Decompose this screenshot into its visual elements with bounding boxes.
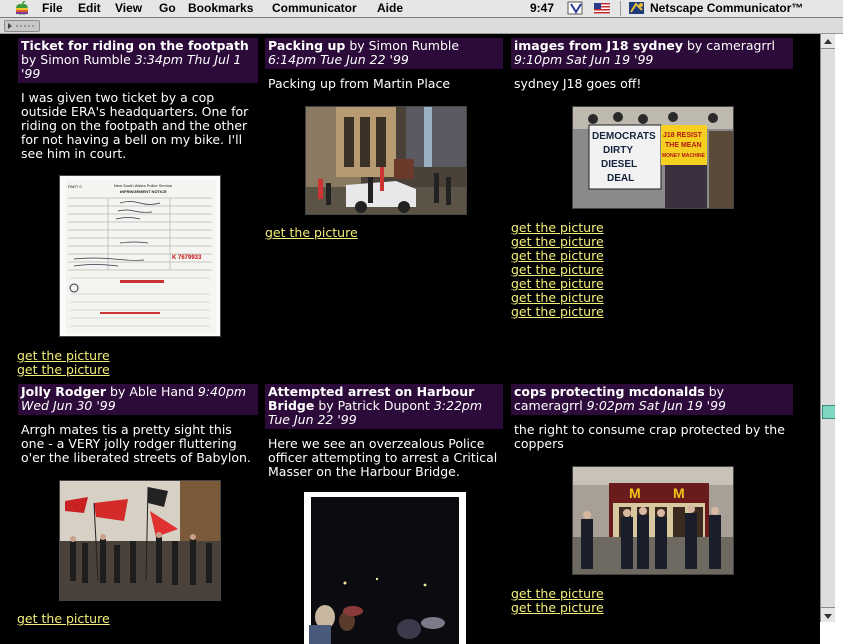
harbour-bridge-photo	[304, 492, 466, 644]
story-body: sydney J18 goes off!	[514, 76, 642, 91]
story-body: Arrgh mates tis a pretty sight this one …	[21, 422, 251, 465]
menu-clock[interactable]: 9:47	[530, 1, 554, 16]
story-header: images from J18 sydney by cameragrrl 9:1…	[511, 38, 793, 69]
menu-edit[interactable]: Edit	[78, 1, 101, 16]
app-switcher-label[interactable]: Netscape Communicator™	[650, 1, 803, 16]
get-picture-link[interactable]: get the picture	[511, 249, 604, 263]
story-author: by Simon Rumble	[21, 52, 131, 67]
desktop-edge	[835, 34, 843, 644]
ticket-notice-label: INFRINGEMENT NOTICE	[120, 189, 167, 194]
story-harbour-bridge: Attempted arrest on Harbour Bridge by Pa…	[265, 384, 503, 479]
ticket-number: K 7679933	[172, 255, 202, 261]
story-body: the right to consume crap protected by t…	[514, 422, 785, 451]
story-header: Packing up by Simon Rumble 6:14pm Tue Ju…	[265, 38, 503, 69]
scroll-down-arrow-icon[interactable]	[821, 607, 835, 622]
story-j18-sydney: images from J18 sydney by cameragrrl 9:1…	[511, 38, 793, 91]
story-title: Packing up	[268, 38, 346, 53]
story-title: cops protecting mcdonalds	[514, 384, 705, 399]
window-collapse-bar	[0, 18, 843, 34]
toolbar-collapse-tab[interactable]	[4, 20, 40, 32]
menu-bookmarks[interactable]: Bookmarks	[188, 1, 253, 16]
ticket-agency-label: New South Wales Police Service	[114, 183, 173, 188]
netscape-icon[interactable]	[628, 0, 646, 16]
svg-text:M: M	[629, 485, 641, 501]
story-links: get the picture	[265, 226, 358, 240]
get-picture-link[interactable]: get the picture	[511, 263, 604, 277]
scroll-thumb[interactable]	[822, 405, 836, 419]
get-picture-link[interactable]: get the picture	[511, 291, 604, 305]
jolly-rodger-photo	[59, 480, 221, 601]
story-header: cops protecting mcdonalds by cameragrrl …	[511, 384, 793, 415]
vertical-scrollbar[interactable]	[820, 34, 836, 622]
get-picture-link[interactable]: get the picture	[17, 349, 110, 363]
story-links: get the picture get the picture	[17, 349, 110, 377]
get-picture-link[interactable]: get the picture	[511, 305, 604, 319]
menu-aide[interactable]: Aide	[377, 1, 403, 16]
story-ticket: Ticket for riding on the footpath by Sim…	[18, 38, 258, 161]
story-author: by Able Hand	[110, 384, 194, 399]
get-picture-link[interactable]: get the picture	[17, 612, 110, 626]
story-date: 9:02pm Sat Jun 19 '99	[586, 398, 727, 413]
get-picture-link[interactable]: get the picture	[511, 587, 604, 601]
mcdonalds-police-photo: MM	[572, 466, 734, 575]
story-body: I was given two ticket by a cop outside …	[21, 90, 249, 161]
menu-go[interactable]: Go	[159, 1, 176, 16]
menu-bar: File Edit View Go Bookmarks Communicator…	[0, 0, 843, 18]
menu-communicator[interactable]: Communicator	[272, 1, 357, 16]
story-header: Jolly Rodger by Able Hand 9:40pm Wed Jun…	[18, 384, 258, 415]
window-corner	[820, 622, 835, 644]
story-body: Here we see an overzealous Police office…	[268, 436, 498, 479]
story-body: Packing up from Martin Place	[268, 76, 451, 91]
menu-separator	[620, 1, 621, 16]
get-picture-link[interactable]: get the picture	[511, 601, 604, 615]
scroll-up-arrow-icon[interactable]	[821, 34, 835, 49]
sign-text: DEAL	[607, 173, 634, 184]
story-header: Ticket for riding on the footpath by Sim…	[18, 38, 258, 83]
sign-text: MONEY MACHINE	[662, 153, 706, 159]
story-packing-up: Packing up by Simon Rumble 6:14pm Tue Ju…	[265, 38, 503, 91]
story-links: get the picture	[17, 612, 110, 626]
ticket-part-label: PART C	[68, 184, 82, 189]
sign-text: DEMOCRATS	[592, 131, 656, 142]
get-picture-link[interactable]: get the picture	[17, 363, 110, 377]
story-date: 6:14pm Tue Jun 22 '99	[268, 52, 409, 67]
menu-view[interactable]: View	[115, 1, 142, 16]
sign-text: THE MEAN	[665, 142, 702, 149]
story-links: get the picture get the picture	[511, 587, 604, 615]
story-date: 9:10pm Sat Jun 19 '99	[514, 52, 654, 67]
story-links: get the picture get the picture get the …	[511, 221, 604, 319]
page-content: Ticket for riding on the footpath by Sim…	[0, 34, 820, 644]
story-author: by cameragrrl	[686, 38, 775, 53]
menu-file[interactable]: File	[42, 1, 63, 16]
martin-place-photo	[305, 106, 467, 215]
sign-text: J18 RESIST	[663, 132, 703, 139]
sign-text: DIRTY	[603, 145, 633, 156]
us-flag-icon[interactable]	[594, 3, 610, 14]
script-menu-icon[interactable]	[566, 0, 586, 16]
story-header: Attempted arrest on Harbour Bridge by Pa…	[265, 384, 503, 429]
story-author: by Simon Rumble	[349, 38, 460, 53]
story-title: Jolly Rodger	[21, 384, 107, 399]
story-cops-mcdonalds: cops protecting mcdonalds by cameragrrl …	[511, 384, 793, 451]
story-author: by Patrick Dupont	[318, 398, 430, 413]
sign-text: DIESEL	[601, 159, 637, 170]
story-title: images from J18 sydney	[514, 38, 683, 53]
j18-protest-photo: DEMOCRATS DIRTY DIESEL DEAL J18 RESIST T…	[572, 106, 734, 209]
svg-text:M: M	[673, 485, 685, 501]
story-title: Ticket for riding on the footpath	[21, 38, 249, 53]
get-picture-link[interactable]: get the picture	[511, 277, 604, 291]
get-picture-link[interactable]: get the picture	[511, 235, 604, 249]
apple-icon[interactable]	[14, 0, 30, 16]
get-picture-link[interactable]: get the picture	[265, 226, 358, 240]
ticket-photo: PART C New South Wales Police Service IN…	[59, 175, 221, 337]
get-picture-link[interactable]: get the picture	[511, 221, 604, 235]
story-jolly-rodger: Jolly Rodger by Able Hand 9:40pm Wed Jun…	[18, 384, 258, 465]
